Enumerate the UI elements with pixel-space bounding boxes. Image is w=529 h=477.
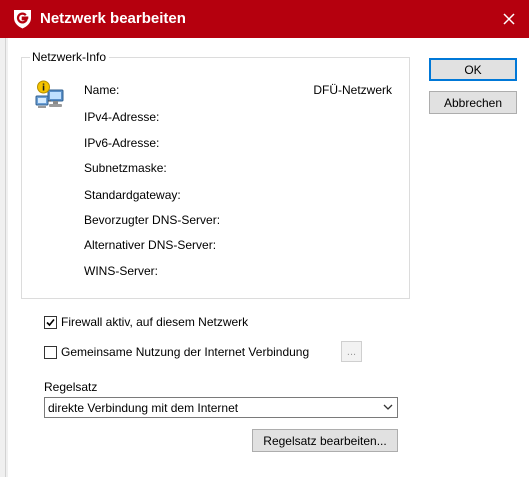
wins-server-label: WINS-Server: xyxy=(84,264,159,278)
ok-button[interactable]: OK xyxy=(429,58,517,81)
checkmark-icon xyxy=(46,318,55,326)
title-bar[interactable]: Netzwerk bearbeiten xyxy=(0,0,529,38)
svg-text:i: i xyxy=(42,83,45,93)
chevron-down-icon xyxy=(383,404,393,410)
firewall-option[interactable]: Firewall aktiv, auf diesem Netzwerk xyxy=(44,315,248,329)
firewall-checkbox[interactable] xyxy=(44,315,57,329)
name-value: DFÜ-Netzwerk xyxy=(313,83,392,97)
network-connection-icon: i xyxy=(35,80,64,108)
cancel-button[interactable]: Abbrechen xyxy=(429,91,517,114)
ruleset-selected-value: direkte Verbindung mit dem Internet xyxy=(48,400,239,415)
ipv6-label: IPv6-Adresse: xyxy=(84,136,160,150)
edit-ruleset-button[interactable]: Regelsatz bearbeiten... xyxy=(252,429,398,452)
ipv4-label: IPv4-Adresse: xyxy=(84,110,160,124)
firewall-label: Firewall aktiv, auf diesem Netzwerk xyxy=(61,315,249,329)
name-label: Name: xyxy=(84,83,120,97)
ruleset-dropdown[interactable]: direkte Verbindung mit dem Internet xyxy=(44,397,398,418)
sharing-option[interactable]: Gemeinsame Nutzung der Internet Verbindu… xyxy=(44,345,309,359)
background-window-edge xyxy=(0,38,8,477)
close-button[interactable] xyxy=(489,0,529,38)
preferred-dns-label: Bevorzugter DNS-Server: xyxy=(84,213,221,227)
default-gateway-label: Standardgateway: xyxy=(84,188,181,202)
network-info-legend: Netzwerk-Info xyxy=(30,50,110,64)
subnet-mask-label: Subnetzmaske: xyxy=(84,161,167,175)
sharing-label: Gemeinsame Nutzung der Internet Verbindu… xyxy=(61,345,310,359)
window-title: Netzwerk bearbeiten xyxy=(40,10,186,27)
sharing-checkbox[interactable] xyxy=(44,345,57,359)
sharing-settings-button[interactable]: ... xyxy=(341,341,362,362)
close-icon xyxy=(503,13,515,25)
gdata-shield-logo-icon xyxy=(14,10,31,29)
ruleset-label: Regelsatz xyxy=(44,380,98,394)
alternate-dns-label: Alternativer DNS-Server: xyxy=(84,238,217,252)
